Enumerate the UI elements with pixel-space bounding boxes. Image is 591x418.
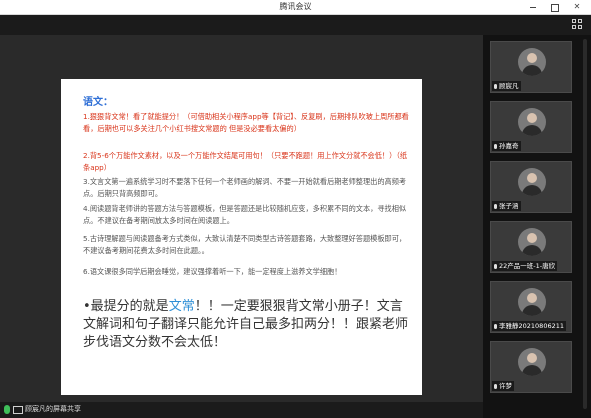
- mic-icon: [494, 143, 497, 149]
- participant-tile[interactable]: 许梦: [490, 341, 572, 393]
- participant-name: 李雅静20210806211: [492, 321, 566, 331]
- slide-item: 1.狠狠背文常！看了就能提分！（可借助相关小程序app等【背记】、反复刷，后期排…: [83, 112, 409, 133]
- participant-panel: 顾宸凡 孙嘉奇 张子涵 22产品一班-1-唐欣 李雅静20210806211 许…: [483, 35, 591, 418]
- participant-name: 22产品一班-1-唐欣: [492, 261, 558, 271]
- mic-icon: [494, 263, 497, 269]
- slide-item: 6.语文课很多同学后期会睡觉，建议强撑着听一下，能一定程度上滋养文学细胞！: [83, 267, 342, 276]
- maximize-button[interactable]: [547, 0, 563, 14]
- panel-scrollbar[interactable]: [583, 39, 587, 409]
- mic-icon: [494, 83, 497, 89]
- avatar: [518, 348, 546, 376]
- share-status-text: 顾宸凡的屏幕共享: [25, 405, 81, 413]
- avatar: [518, 48, 546, 76]
- grid-view-icon: [572, 19, 576, 23]
- avatar: [518, 288, 546, 316]
- participant-tile[interactable]: 22产品一班-1-唐欣: [490, 221, 572, 273]
- avatar: [518, 228, 546, 256]
- title-bar: 腾讯会议 ✕: [0, 0, 591, 15]
- slide-heading: 语文：: [83, 97, 113, 108]
- participant-name: 顾宸凡: [492, 81, 521, 91]
- slide-item: 2.背5-6个万能作文素材，以及一个万能作文结尾可用句！（只要不跑题！用上作文分…: [83, 151, 408, 172]
- slide-item: 4.阅读题背老师讲的答题方法与答题模板，但是答题还是比较随机应变，多积累不同的文…: [83, 204, 407, 225]
- participant-tile[interactable]: 李雅静20210806211: [490, 281, 572, 333]
- avatar: [518, 108, 546, 136]
- maximize-icon: [551, 4, 559, 12]
- mic-icon: [494, 383, 497, 389]
- slide-highlight-text: •最提分的就是文常！！一定要狠狠背文常小册子！文言文解词和句子翻译只能允许自己最…: [83, 299, 409, 350]
- close-icon: ✕: [573, 2, 581, 11]
- avatar: [518, 168, 546, 196]
- participant-name: 张子涵: [492, 201, 521, 211]
- shared-slide: 语文： 1.狠狠背文常！看了就能提分！（可借助相关小程序app等【背记】、反复刷…: [61, 79, 422, 395]
- share-status-bar: 顾宸凡的屏幕共享: [0, 402, 483, 418]
- participant-tile[interactable]: 张子涵: [490, 161, 572, 213]
- participant-tile[interactable]: 顾宸凡: [490, 41, 572, 93]
- close-button[interactable]: ✕: [569, 0, 585, 14]
- minimize-button[interactable]: [525, 0, 541, 14]
- participant-tile[interactable]: 孙嘉奇: [490, 101, 572, 153]
- grid-view-button[interactable]: [572, 19, 583, 30]
- participant-name: 孙嘉奇: [492, 141, 521, 151]
- minimize-icon: [530, 7, 536, 8]
- screen-share-area: 语文： 1.狠狠背文常！看了就能提分！（可借助相关小程序app等【背记】、反复刷…: [0, 35, 483, 402]
- slide-item: 3.文言文第一遍系统学习时不要落下任何一个老师画的解词、不要一开始就看后期老师整…: [83, 177, 407, 198]
- top-toolbar: [0, 15, 591, 35]
- microphone-icon[interactable]: [4, 405, 10, 414]
- slide-item: 5.古诗理解题与阅读题备考方式类似，大致认清楚不同类型古诗答题套路，大致整理好答…: [83, 234, 407, 255]
- mic-icon: [494, 323, 497, 329]
- mic-icon: [494, 203, 497, 209]
- window-title: 腾讯会议: [279, 2, 312, 11]
- participant-name: 许梦: [492, 381, 514, 391]
- screen-share-icon: [13, 406, 23, 414]
